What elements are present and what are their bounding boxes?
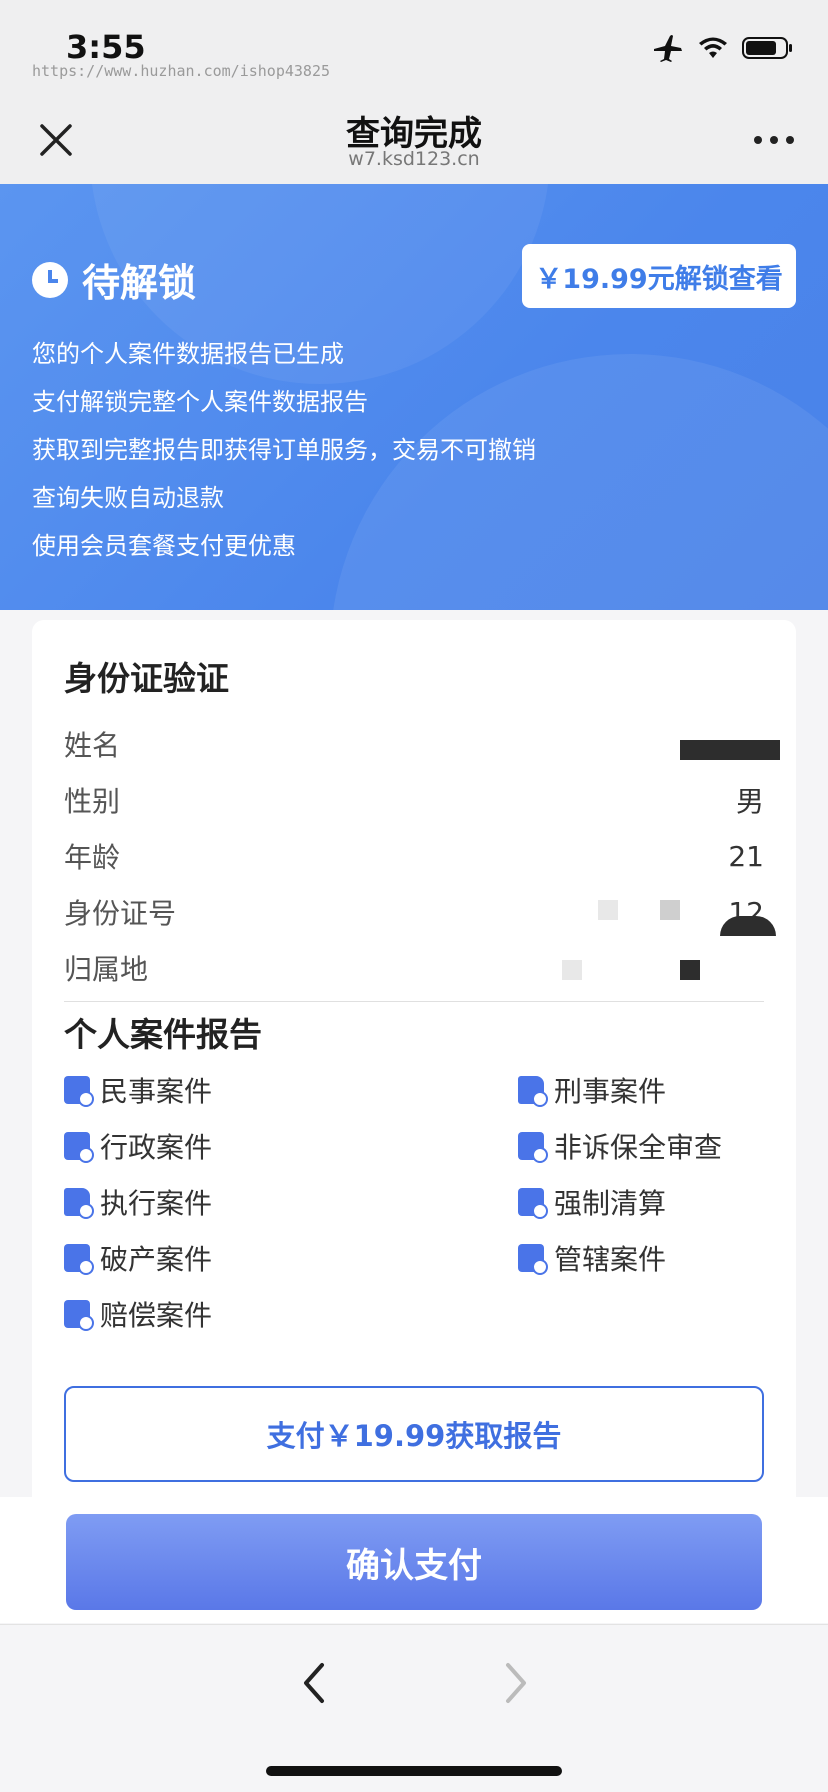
case-item-label: 执行案件 — [100, 1187, 213, 1220]
nav-header: 查询完成 w7.ksd123.cn — [0, 100, 828, 184]
pay-bar: 确认支付 — [0, 1497, 828, 1623]
more-icon[interactable] — [754, 130, 794, 150]
case-item-label: 民事案件 — [100, 1075, 213, 1108]
civil-case-icon — [64, 1076, 94, 1107]
banner-note: 您的个人案件数据报告已生成 — [32, 340, 344, 368]
case-item-label: 行政案件 — [100, 1131, 213, 1164]
info-label: 身份证号 — [64, 897, 177, 930]
redaction-mask — [660, 900, 680, 920]
status-icons — [652, 34, 794, 62]
status-bar: 3:55 https://www.huzhan.com/ishop43825 — [0, 0, 828, 100]
status-time: 3:55 — [66, 28, 146, 66]
report-card: 身份证验证 姓名 性别 男 年龄 21 身份证号 12 归属地 个人案件报告 民… — [32, 620, 796, 1510]
case-item-label: 刑事案件 — [554, 1075, 667, 1108]
unlock-banner: 待解锁 ￥19.99元解锁查看 您的个人案件数据报告已生成 支付解锁完整个人案件… — [0, 184, 828, 610]
confirm-pay-button[interactable]: 确认支付 — [66, 1514, 762, 1610]
case-item-criminal: 刑事案件 — [518, 1070, 666, 1110]
banner-note: 查询失败自动退款 — [32, 484, 224, 512]
case-item-label: 破产案件 — [100, 1243, 213, 1276]
battery-icon — [742, 37, 792, 59]
redaction-mask — [598, 900, 618, 920]
redaction-mask — [720, 916, 776, 936]
case-item-civil: 民事案件 — [64, 1070, 212, 1110]
page-domain: w7.ksd123.cn — [348, 148, 480, 170]
clock-icon — [32, 261, 68, 298]
case-item-execution: 执行案件 — [64, 1182, 212, 1222]
criminal-case-icon — [518, 1076, 548, 1107]
list-document-icon — [518, 1188, 548, 1219]
case-item-preservation-review: 非诉保全审查 — [518, 1126, 722, 1166]
browser-toolbar — [0, 1624, 828, 1792]
info-label: 姓名 — [64, 729, 121, 762]
watermark-url: https://www.huzhan.com/ishop43825 — [32, 62, 331, 80]
info-row-age: 年龄 21 — [64, 836, 764, 876]
info-label: 性别 — [64, 785, 121, 818]
home-indicator[interactable] — [266, 1766, 562, 1776]
case-report-title: 个人案件报告 — [64, 1015, 262, 1054]
info-row-origin: 归属地 — [64, 948, 764, 988]
info-value: 21 — [728, 839, 764, 873]
case-item-administrative: 行政案件 — [64, 1126, 212, 1166]
wifi-icon — [699, 37, 727, 58]
case-item-label: 强制清算 — [554, 1187, 667, 1220]
info-value: 男 — [735, 785, 764, 818]
administrative-case-icon — [64, 1132, 94, 1163]
unlock-button[interactable]: ￥19.99元解锁查看 — [522, 244, 796, 308]
redaction-mask — [680, 740, 780, 760]
bankruptcy-case-icon — [64, 1244, 94, 1275]
banner-note: 支付解锁完整个人案件数据报告 — [32, 388, 368, 416]
info-row-name: 姓名 — [64, 724, 764, 764]
lock-status: 待解锁 — [32, 252, 196, 307]
pay-for-report-button[interactable]: 支付￥19.99获取报告 — [64, 1386, 764, 1482]
banner-notes: 您的个人案件数据报告已生成 支付解锁完整个人案件数据报告 获取到完整报告即获得订… — [32, 330, 536, 570]
case-item-bankruptcy: 破产案件 — [64, 1238, 212, 1278]
info-label: 归属地 — [64, 953, 149, 986]
case-item-label: 管辖案件 — [554, 1243, 667, 1276]
airplane-icon — [654, 35, 682, 62]
redaction-mask — [562, 960, 582, 980]
banner-note: 获取到完整报告即获得订单服务，交易不可撤销 — [32, 436, 536, 464]
case-item-label: 非诉保全审查 — [554, 1131, 723, 1164]
back-arrow-icon[interactable] — [292, 1653, 336, 1713]
case-item-label: 赔偿案件 — [100, 1299, 213, 1332]
case-item-liquidation: 强制清算 — [518, 1182, 666, 1222]
info-row-id-number: 身份证号 12 — [64, 892, 764, 932]
id-verification-title: 身份证验证 — [64, 659, 229, 698]
forward-arrow-icon[interactable] — [494, 1653, 538, 1713]
info-row-gender: 性别 男 — [64, 780, 764, 820]
jurisdiction-case-icon — [518, 1244, 548, 1275]
case-item-jurisdiction: 管辖案件 — [518, 1238, 666, 1278]
lock-status-label: 待解锁 — [82, 261, 197, 305]
banner-note: 使用会员套餐支付更优惠 — [32, 532, 296, 560]
execution-case-icon — [64, 1188, 94, 1219]
search-document-icon — [518, 1132, 548, 1163]
section-divider — [64, 1001, 764, 1002]
info-label: 年龄 — [64, 841, 121, 874]
case-item-compensation: 赔偿案件 — [64, 1294, 212, 1334]
compensation-case-icon — [64, 1300, 94, 1331]
redaction-mask — [680, 960, 700, 980]
